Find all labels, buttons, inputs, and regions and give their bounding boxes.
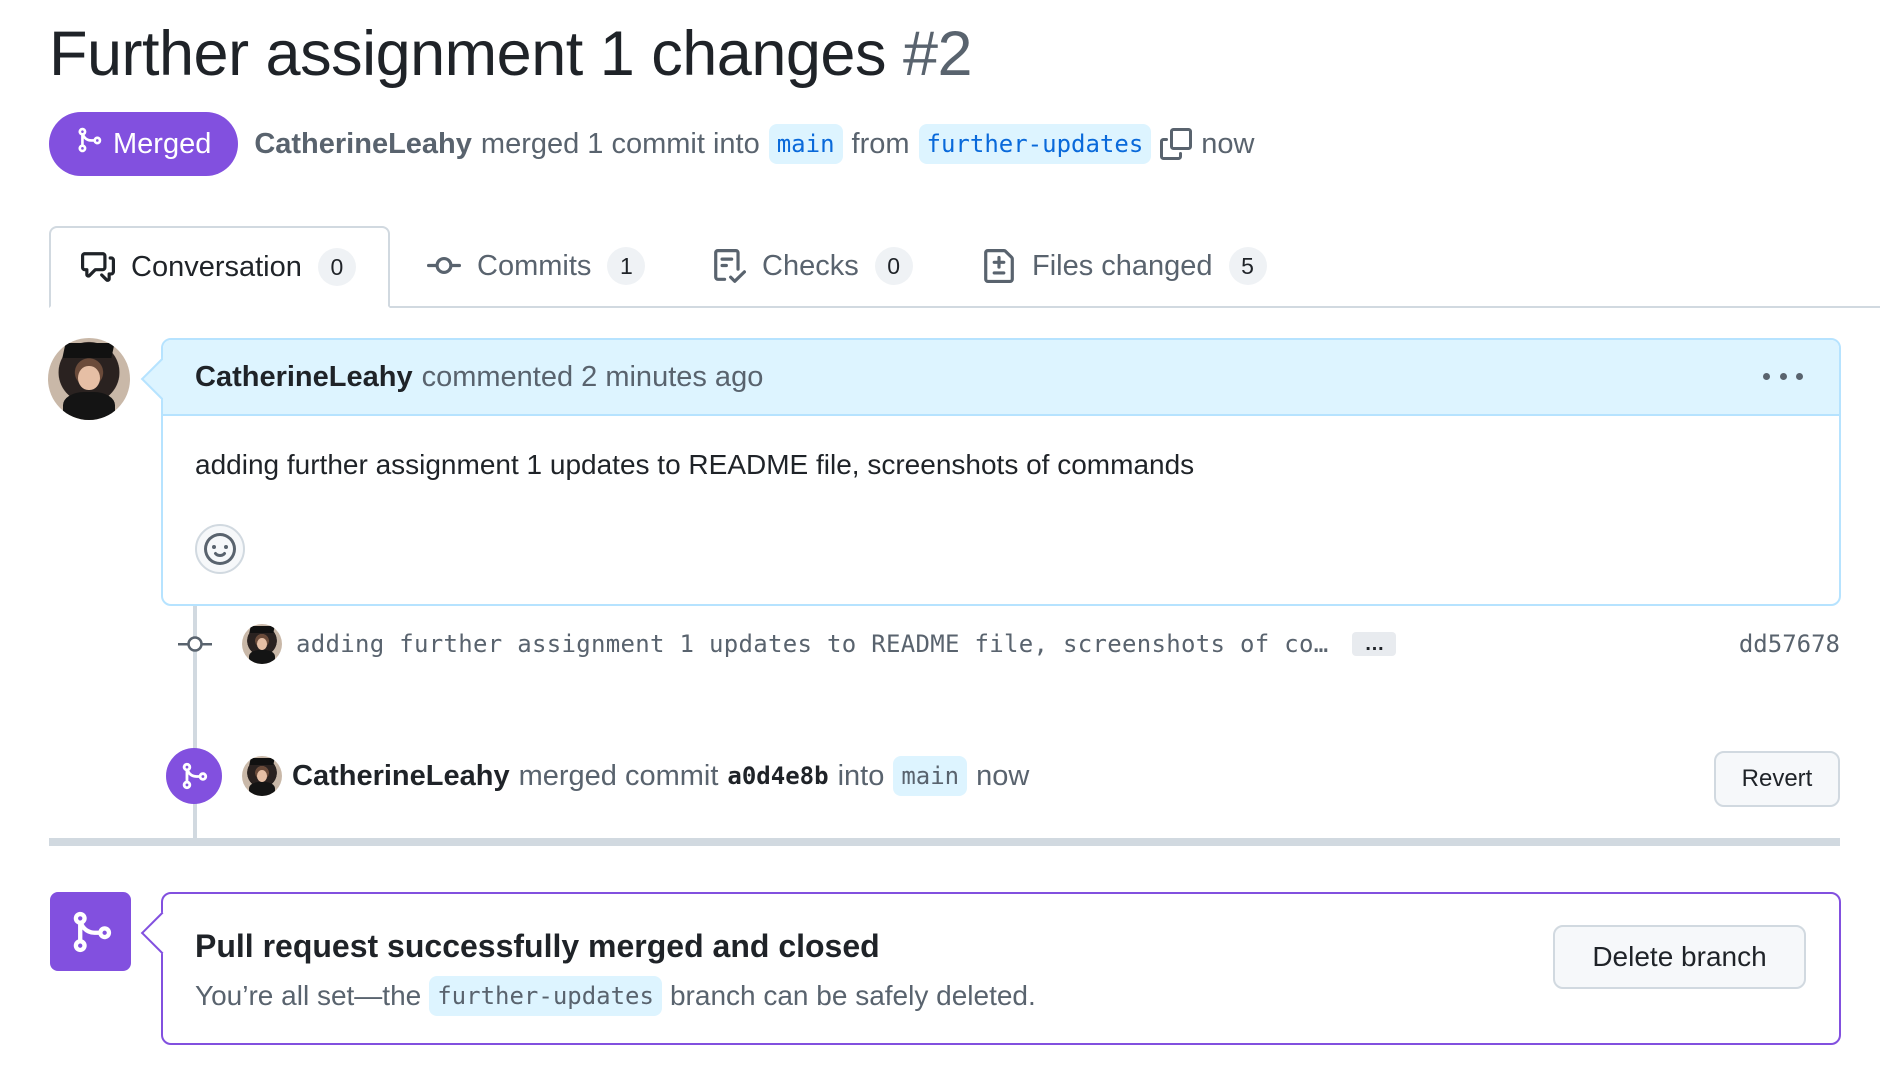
merged-sub-before: You’re all set—the (195, 980, 422, 1011)
git-merge-icon (182, 762, 208, 790)
merge-commit-sha-link[interactable]: a0d4e8b (727, 762, 828, 790)
merge-event-node (166, 748, 222, 804)
delete-branch-button[interactable]: Delete branch (1553, 925, 1806, 989)
comment-discussion-icon (81, 252, 115, 282)
merge-author-link[interactable]: CatherineLeahy (292, 760, 510, 793)
smiley-icon (204, 533, 236, 565)
merged-status-title: Pull request successfully merged and clo… (195, 928, 880, 964)
tab-commits-label: Commits (477, 249, 592, 282)
merged-state-label: Merged (113, 127, 212, 160)
expand-commit-button[interactable]: … (1352, 632, 1397, 656)
pr-tabs: Conversation 0 Commits 1 Checks 0 Files … (49, 226, 1880, 308)
tab-commits[interactable]: Commits 1 (427, 226, 646, 306)
file-diff-icon (984, 249, 1014, 283)
merged-card-pointer (140, 911, 184, 955)
pr-meta-text: CatherineLeahy merged 1 commit into main… (254, 124, 1254, 164)
merge-summary-text: merged 1 commit into (480, 127, 760, 160)
merged-sub-after: branch can be safely deleted. (669, 980, 1036, 1011)
commit-row: adding further assignment 1 updates to R… (242, 622, 1840, 666)
tab-commits-count: 1 (607, 247, 646, 285)
merged-sub-branch: further-updates (429, 976, 662, 1016)
tab-files-changed-count: 5 (1228, 247, 1267, 285)
tab-files-changed[interactable]: Files changed 5 (982, 226, 1267, 306)
tab-conversation[interactable]: Conversation 0 (49, 226, 390, 308)
merge-event: CatherineLeahy merged commit a0d4e8b int… (242, 754, 1029, 798)
timeline-divider (49, 838, 1840, 846)
add-reaction-button[interactable] (195, 524, 245, 574)
merge-action-text: merged commit (518, 759, 719, 792)
commit-message-link[interactable]: adding further assignment 1 updates to R… (296, 630, 1328, 658)
kebab-menu-icon[interactable] (1763, 364, 1803, 388)
commit-author-avatar[interactable] (242, 624, 282, 664)
comment-action-text[interactable]: commented 2 minutes ago (422, 361, 764, 394)
base-branch-link[interactable]: main (768, 124, 843, 164)
git-commit-node-icon (178, 636, 212, 652)
revert-button[interactable]: Revert (1714, 751, 1840, 807)
comment-body: adding further assignment 1 updates to R… (195, 449, 1195, 480)
comment-author-link[interactable]: CatherineLeahy (195, 361, 413, 394)
copy-icon[interactable] (1160, 128, 1193, 160)
from-text: from (851, 127, 910, 160)
tab-checks-count: 0 (874, 247, 913, 285)
pr-title: Further assignment 1 changes #2 (49, 18, 973, 90)
merged-status-icon-box (50, 892, 131, 971)
comment-card: CatherineLeahy commented 2 minutes ago a… (140, 338, 1841, 606)
merge-time[interactable]: now (976, 760, 1029, 793)
checklist-icon (714, 249, 746, 283)
merge-into-text: into (837, 759, 885, 792)
commit-sha-link[interactable]: dd57678 (1739, 630, 1840, 658)
git-merge-icon (73, 911, 111, 952)
tab-files-changed-label: Files changed (1032, 249, 1213, 282)
tab-conversation-count: 0 (317, 248, 356, 286)
tab-conversation-label: Conversation (131, 250, 302, 283)
pr-number: #2 (902, 19, 973, 89)
tab-checks[interactable]: Checks 0 (712, 226, 913, 306)
pr-meta-row: Merged CatherineLeahy merged 1 commit in… (49, 112, 1254, 176)
pr-time: now (1201, 127, 1255, 160)
merged-status-subtitle: You’re all set—the further-updates branc… (195, 976, 1036, 1016)
comment-header: CatherineLeahy commented 2 minutes ago (163, 340, 1839, 416)
pr-author-link[interactable]: CatherineLeahy (254, 128, 472, 161)
merged-state-badge: Merged (49, 112, 239, 176)
git-merge-icon (75, 126, 103, 162)
tab-checks-label: Checks (762, 249, 859, 282)
merge-target-branch[interactable]: main (893, 756, 968, 796)
comment-author-avatar[interactable] (48, 338, 130, 420)
pr-title-text: Further assignment 1 changes (49, 19, 886, 89)
head-branch-link[interactable]: further-updates (918, 124, 1152, 164)
git-commit-icon (427, 256, 461, 274)
